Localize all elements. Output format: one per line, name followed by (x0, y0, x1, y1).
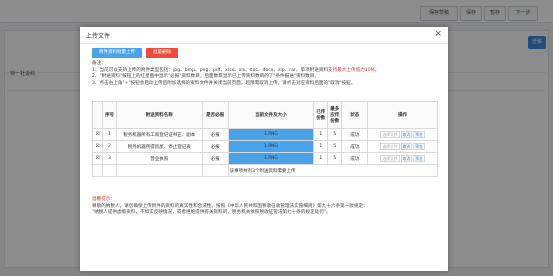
row-status: 成功 (341, 140, 369, 153)
table-footer: 该事项共有3个附送资料需要上传 (227, 164, 439, 177)
row-file[interactable]: 1.PNG (227, 140, 315, 153)
table-row: ☒ 1 税务机器所有工商登记证书正、副本 必报 1.PNG 1 5 成功 选择文… (92, 128, 438, 141)
preview-button[interactable]: 预览 (413, 155, 425, 162)
notice: 温馨提示： 尊敬的纳税人，请您确保上传附件的资料的真实性和合法性。按照《中华人民… (92, 197, 442, 217)
col-uploaded: 已传份数 (313, 101, 329, 129)
col-status: 状态 (341, 101, 369, 129)
row-status: 成功 (341, 152, 369, 165)
select-file-button[interactable]: 选择文件 (380, 143, 400, 150)
cancel-button[interactable]: 取消 (400, 155, 413, 162)
row-index: 1 (101, 128, 117, 141)
dialog-title: 上传文件 (86, 33, 111, 40)
table-footer-row: 该事项共有3个附送资料需要上传 (92, 164, 439, 177)
row-checkbox[interactable]: ☒ (92, 128, 103, 141)
notice-line: "纳税人提供虚假资料，不如实反映情况，或者拒绝提供有关资料的，税务机关依照税收征… (92, 210, 331, 216)
table-row: ☒ 2 税务机器所得房屋、停止登记表 必报 1.PNG 1 5 成功 选择文件取… (92, 140, 438, 153)
row-status: 成功 (341, 128, 369, 141)
row-checkbox[interactable]: ☒ (92, 152, 103, 165)
row-uploaded: 1 (313, 152, 329, 165)
col-check (92, 101, 103, 129)
row-required: 必报 (201, 152, 229, 165)
row-max: 5 (327, 140, 343, 153)
col-max: 最多应传份数 (327, 101, 343, 129)
col-name: 附送资料名称 (115, 101, 203, 129)
row-file[interactable]: 1.PNG (227, 152, 315, 165)
select-file-button[interactable]: 选择文件 (380, 131, 400, 138)
row-ops: 选择文件 取消 预览 (367, 128, 438, 141)
batch-delete-button[interactable]: 批量删除 (146, 48, 178, 58)
table-row: ☒ 3 营业执照 必报 1.PNG 1 5 成功 选择文件 取消 预览 (92, 152, 438, 165)
row-ops: 选择文件 取消 预览 (367, 152, 438, 165)
notes: 备注： 1、当前可以支持上传的附件类型包括：jpg、bmp、png、pdf、xl… (92, 61, 442, 87)
table-header-row: 序号 附送资料名称 是否必报 当前文件及大小 已传份数 最多应传份数 状态 操作 (92, 101, 438, 129)
dialog-header: 上传文件 × (80, 27, 448, 44)
size-limit-text: 支持最大上传值为10M。 (328, 67, 380, 73)
preview-button[interactable]: 预览 (413, 143, 425, 150)
row-max: 5 (327, 152, 343, 165)
select-file-button[interactable]: 选择文件 (380, 155, 400, 162)
row-required: 必报 (201, 140, 229, 153)
row-name: 税务机器所有工商登记证书正、副本 (115, 128, 203, 141)
col-file: 当前文件及大小 (227, 101, 315, 129)
cancel-button[interactable]: 取消 (400, 143, 413, 150)
row-name: 税务机器所得房屋、停止登记表 (115, 140, 203, 153)
row-uploaded: 1 (313, 140, 329, 153)
row-index: 3 (101, 152, 117, 165)
row-ops: 选择文件 取消 预览 (367, 140, 438, 153)
row-file[interactable]: 1.PNG (227, 128, 315, 141)
col-index: 序号 (101, 101, 117, 129)
notice-title: 温馨提示： (92, 197, 115, 202)
notes-header: 备注： (92, 61, 106, 66)
batch-upload-button[interactable]: 附件资料批量上传 (92, 48, 142, 58)
row-required: 必报 (201, 128, 229, 141)
row-max: 5 (327, 128, 343, 141)
col-required: 是否必报 (201, 101, 229, 129)
notes-line: 3、点击右上角"+"按钮会启动上传后附加选择的资料文件并关闭当前页面，超限需取消… (92, 80, 356, 86)
upload-dialog: 上传文件 × 附件资料批量上传 批量删除 备注： 1、当前可以支持上传的附件类型… (80, 27, 448, 271)
attachments-table: 序号 附送资料名称 是否必报 当前文件及大小 已传份数 最多应传份数 状态 操作… (92, 101, 439, 177)
col-ops: 操作 (367, 101, 438, 129)
row-uploaded: 1 (313, 128, 329, 141)
row-checkbox[interactable]: ☒ (92, 140, 103, 153)
notes-line: 2、"附送资料"按钮上的红星图中显示"必报"资料数目，后面数目显示已上传资料数目… (92, 74, 319, 80)
close-icon[interactable]: × (434, 29, 442, 39)
row-index: 2 (101, 140, 117, 153)
row-name: 营业执照 (115, 152, 203, 165)
cancel-button[interactable]: 取消 (400, 131, 413, 138)
preview-button[interactable]: 预览 (413, 131, 425, 138)
